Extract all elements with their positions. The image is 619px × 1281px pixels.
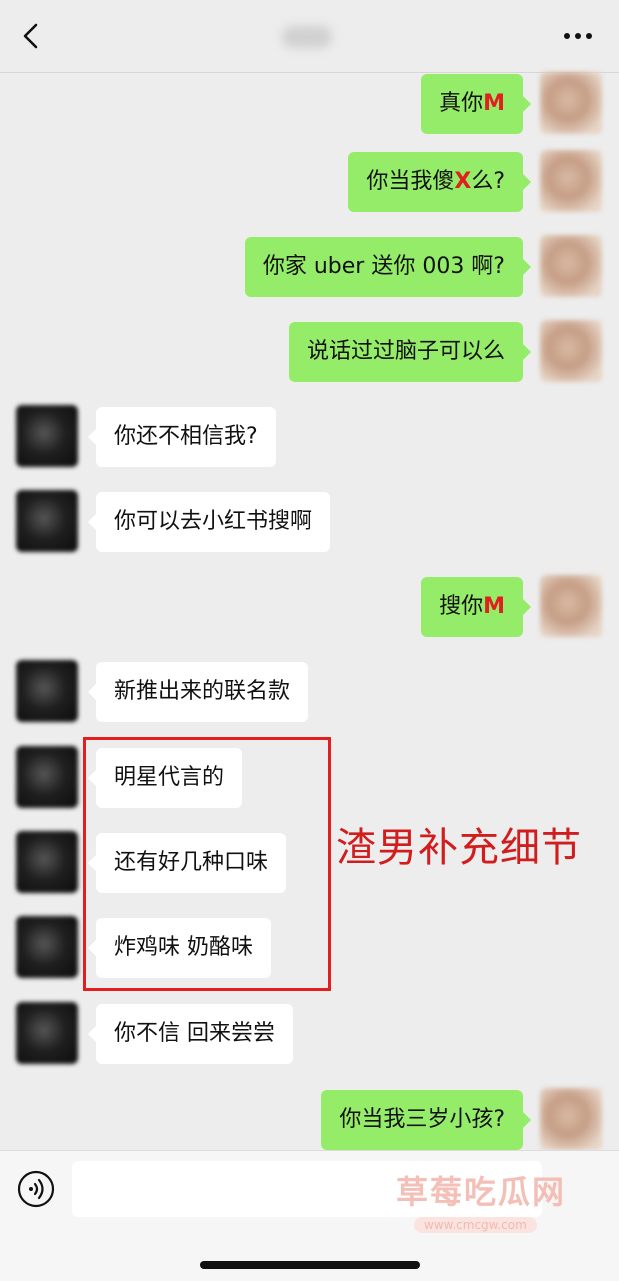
back-icon[interactable] (16, 20, 48, 52)
message-bubble[interactable]: 你家 uber 送你 003 啊? (244, 237, 532, 297)
message-text: 你家 uber 送你 003 啊? (262, 254, 505, 279)
message-text: 新推出来的联名款 (114, 679, 291, 704)
message-bubble[interactable]: 你可以去小红书搜啊 (87, 492, 331, 552)
message-bubble[interactable]: 你不信 回来尝尝 (88, 1004, 293, 1064)
chat-header: Ba (0, 0, 619, 73)
message-text: 么? (471, 169, 505, 194)
voice-input-icon[interactable] (16, 1169, 56, 1209)
highlight-box (83, 737, 331, 991)
watermark-url: www.cmcgw.com (414, 1217, 537, 1233)
message-text: 你还不相信我? (114, 424, 258, 449)
censored-letter: M (483, 594, 505, 619)
avatar[interactable] (540, 575, 602, 637)
contact-name: Ba (282, 26, 332, 48)
avatar[interactable] (16, 490, 78, 552)
message-bubble[interactable]: 搜你M (421, 577, 531, 637)
avatar[interactable] (540, 320, 602, 382)
message-bubble[interactable]: 你当我傻X么? (348, 152, 531, 212)
avatar[interactable] (16, 660, 78, 722)
message-bubble[interactable]: 新推出来的联名款 (87, 662, 309, 722)
message-bubble[interactable]: 你当我三岁小孩? (321, 1090, 531, 1150)
avatar[interactable] (540, 150, 602, 212)
censored-letter: M (483, 91, 505, 116)
more-options-icon[interactable] (560, 24, 596, 48)
input-bar: 草莓吃瓜网 www.cmcgw.com (0, 1150, 619, 1281)
message-text: 你不信 回来尝尝 (114, 1021, 275, 1046)
avatar[interactable] (16, 831, 78, 893)
message-text: 你当我傻 (366, 169, 455, 194)
message-bubble[interactable]: 你还不相信我? (88, 407, 276, 467)
watermark-logo: 草莓吃瓜网 (396, 1173, 567, 1211)
avatar[interactable] (16, 405, 78, 467)
avatar[interactable] (16, 746, 78, 808)
message-text: 说话过过脑子可以么 (306, 339, 505, 364)
message-bubble[interactable]: 说话过过脑子可以么 (288, 322, 532, 382)
home-indicator[interactable] (200, 1261, 420, 1269)
message-text: 你可以去小红书搜啊 (114, 509, 313, 534)
message-text: 搜你 (439, 594, 484, 619)
avatar[interactable] (16, 1002, 78, 1064)
avatar[interactable] (16, 916, 78, 978)
censored-letter: X (454, 169, 472, 194)
avatar[interactable] (540, 235, 602, 297)
message-text: 你当我三岁小孩? (339, 1107, 505, 1132)
avatar[interactable] (540, 72, 602, 134)
message-text: 真你 (439, 91, 484, 116)
annotation-label: 渣男补充细节 (336, 825, 582, 871)
message-bubble[interactable]: 真你M (421, 74, 531, 134)
avatar[interactable] (540, 1088, 602, 1150)
